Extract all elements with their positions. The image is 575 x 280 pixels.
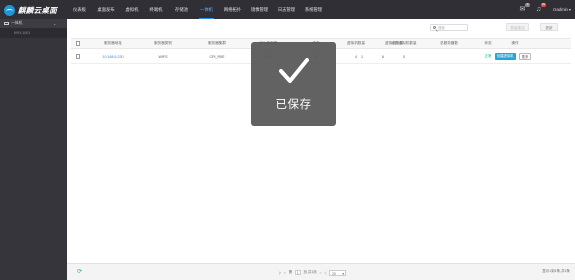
chevron-down-icon: ⌄ (53, 21, 57, 26)
batch-push-button[interactable]: 批量推送 (506, 23, 529, 31)
select-all-checkbox[interactable] (75, 41, 81, 46)
prev-page-button[interactable]: < (284, 271, 286, 275)
nav-item-image[interactable]: 镜像管理 (250, 0, 269, 19)
row-actions: 创建虚拟机 更多 (485, 50, 541, 63)
search-icon (432, 26, 437, 30)
main-nav: 仪表板 桌面发布 虚拟机 终端机 存储池 一体机 网络拓扑 镜像管理 日志管理 … (71, 0, 323, 19)
app-title: 麒麟云桌面 (18, 5, 57, 15)
row-checkbox[interactable] (75, 54, 81, 59)
table-footer: ⟳ |‹ < 第 1 页,共1页 > ›| 20 显示1到1条,共1条 (67, 263, 575, 280)
column-header[interactable]: 服务器集群 (199, 39, 235, 48)
column-header[interactable]: 虚拟机数量 (341, 39, 371, 48)
sidebar-item-device[interactable]: KNY-1001 (0, 28, 67, 38)
user-menu[interactable]: rzadmin ▾ (553, 7, 571, 12)
page-prefix: 第 (288, 270, 293, 274)
nav-item-storage[interactable]: 存储池 (173, 0, 190, 19)
column-header[interactable]: 服务器地址 (94, 39, 132, 48)
row-select-cell (74, 50, 82, 63)
logo-icon (4, 4, 15, 16)
server-cluster: CPI_R0E (209, 54, 225, 59)
saved-toast: 已保存 (251, 42, 336, 126)
record-count: 显示1到1条,共1条 (542, 269, 570, 273)
nav-item-log[interactable]: 日志管理 (277, 0, 296, 19)
page-suffix: 页,共1页 (303, 270, 317, 274)
username: rzadmin (552, 7, 568, 12)
page-size-select[interactable]: 20 (329, 269, 347, 277)
message-badge: 0 (524, 2, 530, 7)
search-input[interactable] (438, 25, 468, 31)
nav-item-system[interactable]: 系统管理 (304, 0, 323, 19)
server-count: 0 (403, 54, 405, 59)
last-page-icon[interactable]: ›| (324, 271, 326, 275)
sidebar: 一体机 ⌄ KNY-1001 (0, 19, 67, 280)
running-vm-count: 1 (361, 54, 363, 59)
column-header[interactable]: 服务器类别 (145, 39, 181, 48)
sidebar-group-label: 一体机 (11, 21, 23, 25)
more-button[interactable]: 更多 (518, 53, 532, 60)
app-logo[interactable]: 麒麟云桌面 (4, 4, 57, 16)
message-icon[interactable]: ✉ 0 (519, 2, 530, 13)
nav-item-vm[interactable]: 虚拟机 (124, 0, 140, 19)
server-category: WIFS (158, 54, 168, 59)
top-bar: 麒麟云桌面 仪表板 桌面发布 虚拟机 终端机 存储池 一体机 网络拓扑 镜像管理… (0, 0, 575, 19)
nav-item-desktop-publish[interactable]: 桌面发布 (96, 0, 116, 19)
toast-message: 已保存 (275, 99, 312, 111)
update-button[interactable]: 更新 (540, 23, 558, 31)
nav-item-network[interactable]: 网络拓扑 (223, 0, 242, 19)
column-header[interactable]: 操作 (500, 39, 530, 48)
column-header[interactable]: 运行虚拟机数量 (387, 39, 421, 48)
column-header[interactable]: 状态 (474, 39, 502, 48)
bell-icon[interactable]: ♫ 99 (535, 2, 546, 13)
chevron-down-icon: ▾ (568, 7, 571, 12)
first-page-icon[interactable]: |‹ (279, 271, 281, 275)
select-all-cell (74, 39, 82, 48)
refresh-icon[interactable]: ⟳ (77, 269, 83, 275)
folder-icon (4, 21, 9, 26)
header-actions: ✉ 0 ♫ 99 rzadmin ▾ (519, 0, 571, 19)
next-page-button[interactable]: > (319, 271, 321, 275)
create-vm-button[interactable]: 创建虚拟机 (494, 53, 516, 60)
vm-total: 6 (382, 54, 384, 59)
checkmark-icon (279, 58, 309, 83)
nav-item-terminal[interactable]: 终端机 (148, 0, 164, 19)
alert-badge: 99 (540, 2, 546, 7)
server-address-link[interactable]: 10.168.6.230 (94, 50, 132, 63)
search-box (430, 24, 468, 31)
sidebar-group-all-in-one[interactable]: 一体机 ⌄ (0, 19, 67, 28)
nav-item-dashboard[interactable]: 仪表板 (71, 0, 88, 19)
page-number-input[interactable]: 1 (294, 270, 301, 275)
pagination: |‹ < 第 1 页,共1页 > ›| 20 (279, 269, 347, 277)
nav-item-all-in-one[interactable]: 一体机 (197, 0, 216, 19)
column-header[interactable]: 总服务器数 (435, 39, 463, 48)
